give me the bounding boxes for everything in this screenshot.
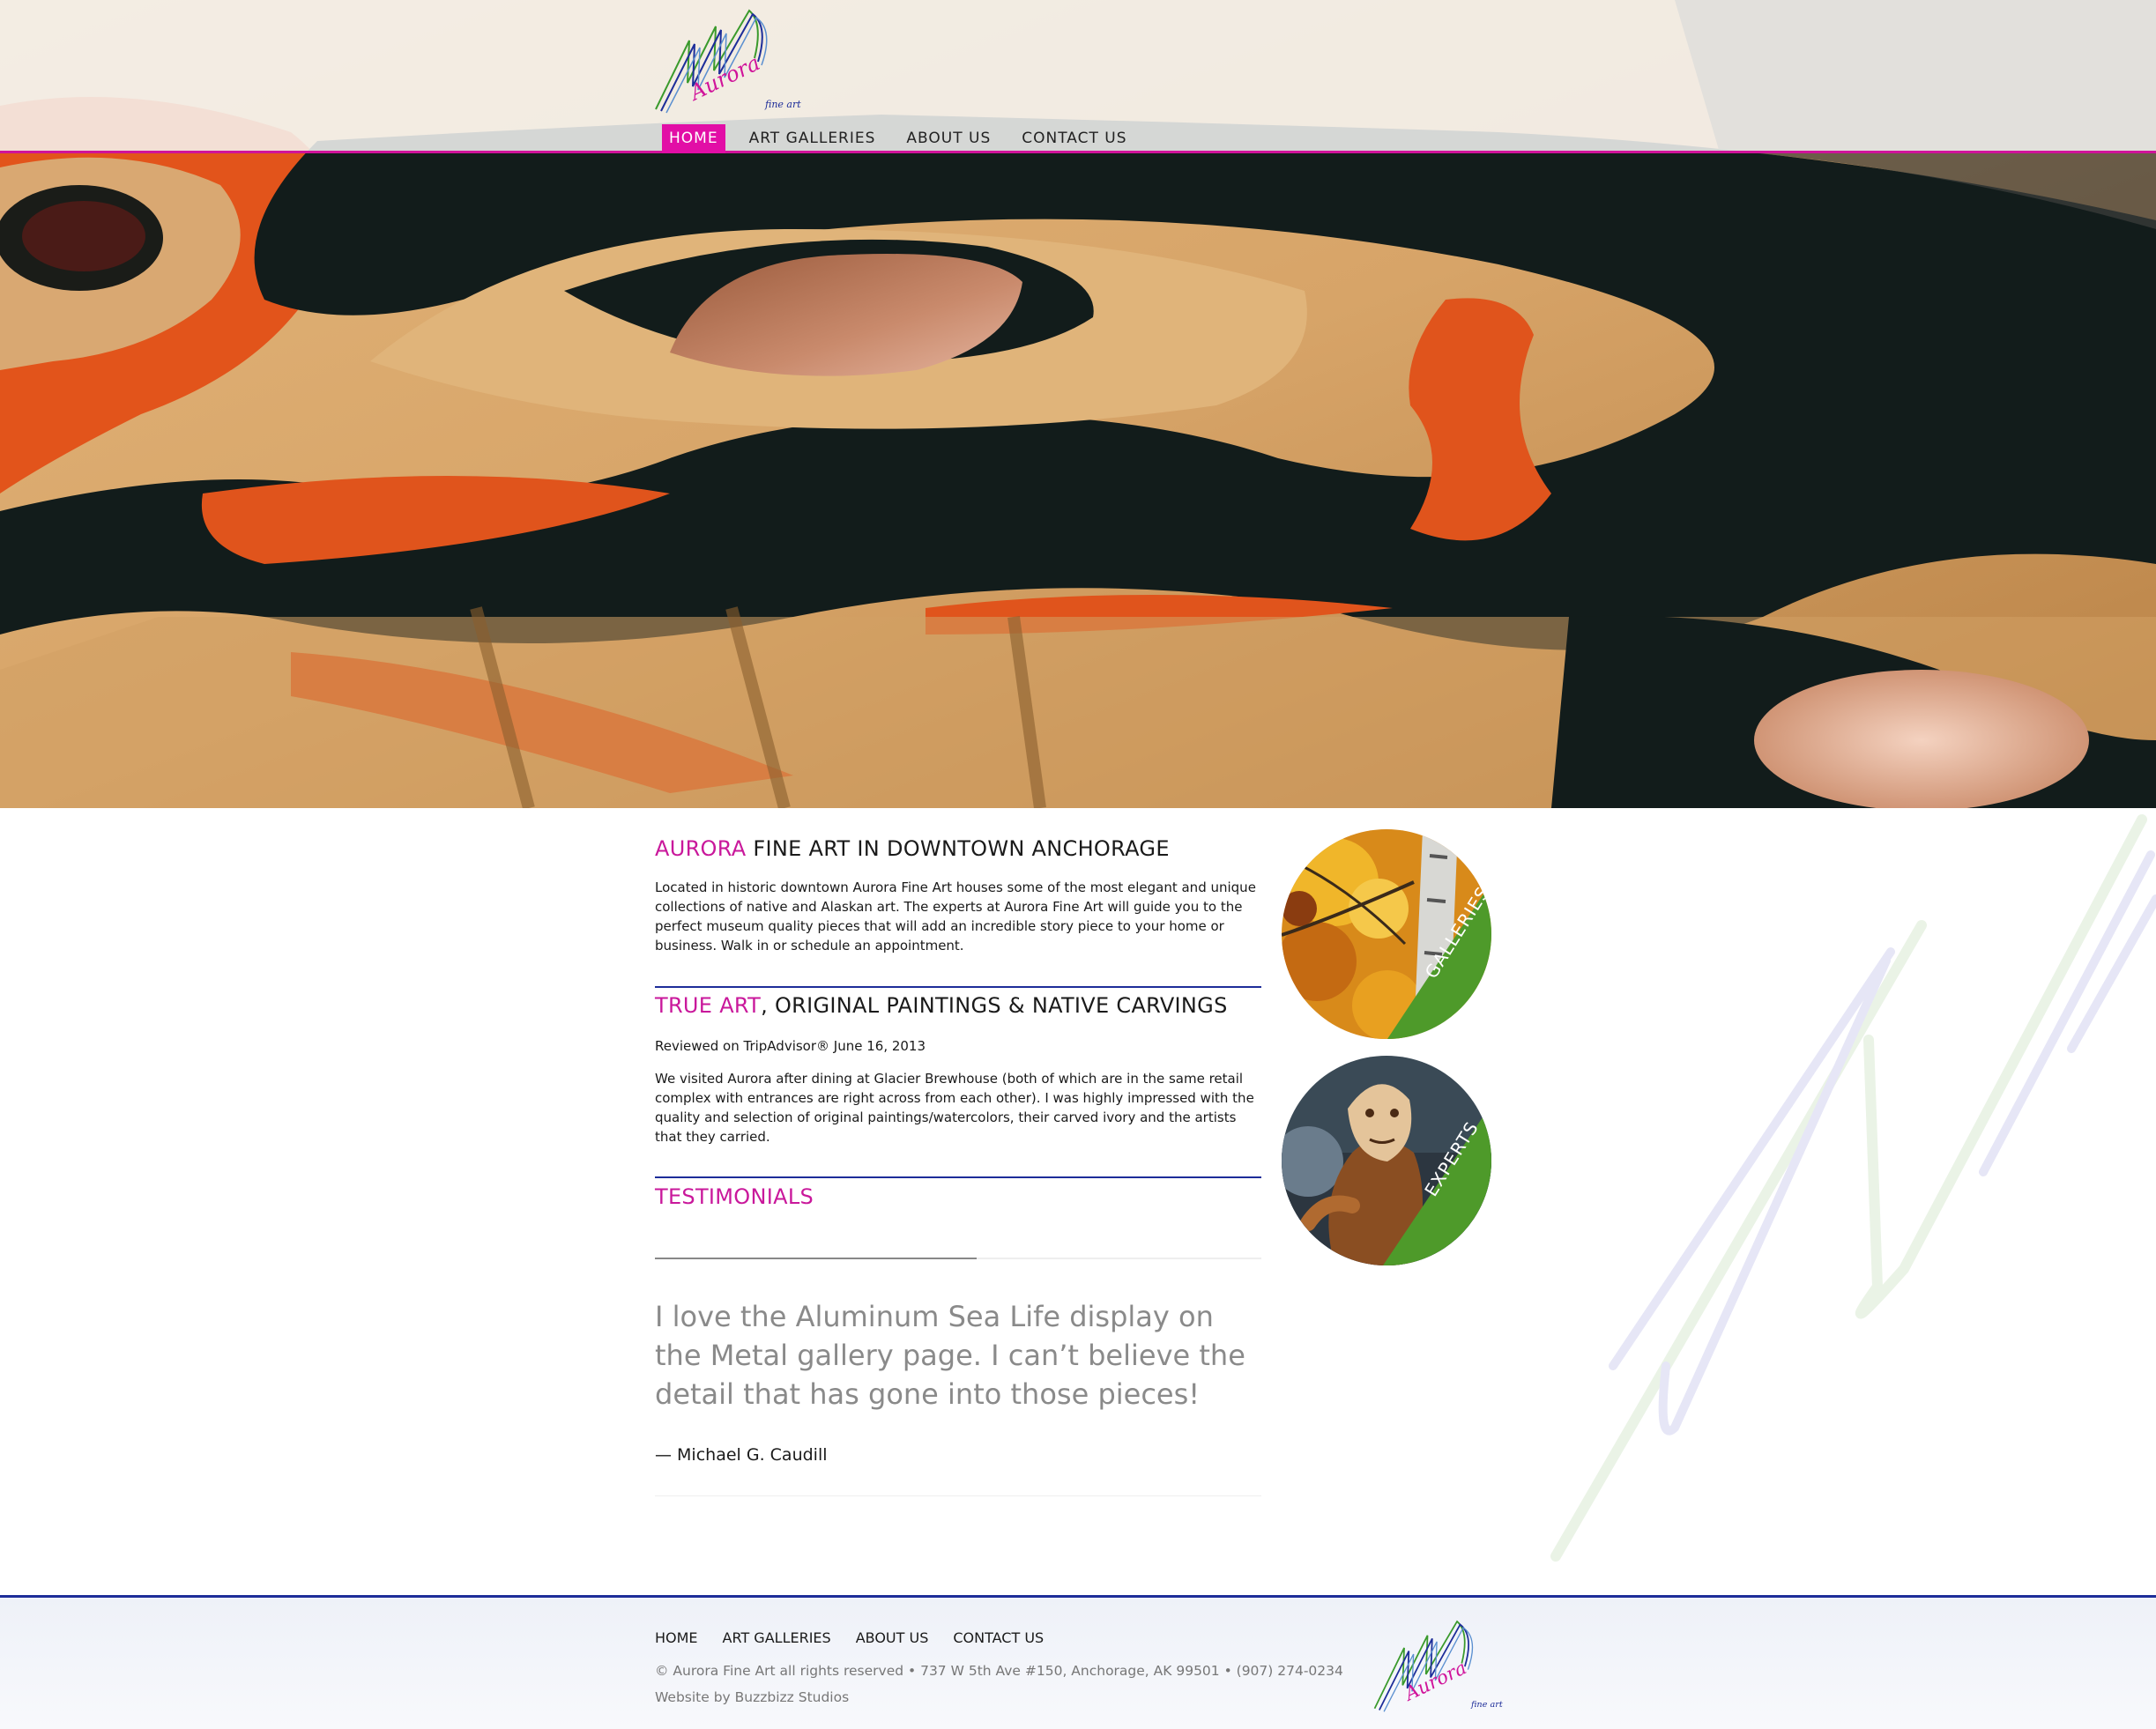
nav-about-us[interactable]: ABOUT US (899, 124, 998, 153)
footer-nav-home[interactable]: HOME (655, 1629, 698, 1646)
testimonials-heading: TESTIMONIALS (655, 1184, 814, 1209)
intro-heading-accent: AURORA (655, 836, 747, 861)
background-logo-strokes (1550, 814, 2156, 1562)
section-divider (655, 1176, 1261, 1178)
footer-aurora-logo[interactable]: Aurora fine art (1372, 1615, 1504, 1719)
review-heading: TRUE ART, ORIGINAL PAINTINGS & NATIVE CA… (655, 992, 1261, 1019)
intro-paragraph: Located in historic downtown Aurora Fine… (655, 879, 1256, 954)
svg-text:Aurora: Aurora (685, 50, 764, 106)
site-header: Aurora fine art HOME ART GALLERIES ABOUT… (0, 0, 2156, 153)
footer-nav-about-us[interactable]: ABOUT US (856, 1629, 929, 1646)
footer-logo-icon: Aurora fine art (1373, 1620, 1503, 1712)
footer-nav-contact-us[interactable]: CONTACT US (953, 1629, 1044, 1646)
copyright-text: © Aurora Fine Art all rights reserved • … (655, 1663, 1343, 1679)
main-nav: HOME ART GALLERIES ABOUT US CONTACT US (662, 124, 1151, 153)
svg-text:fine art: fine art (1470, 1700, 1503, 1710)
nav-art-galleries[interactable]: ART GALLERIES (742, 124, 883, 153)
svg-text:Aurora: Aurora (1400, 1656, 1470, 1705)
site-footer: HOME ART GALLERIES ABOUT US CONTACT US ©… (0, 1595, 2156, 1729)
section-divider (655, 986, 1261, 988)
review-paragraph: We visited Aurora after dining at Glacie… (655, 1071, 1254, 1145)
footer-nav: HOME ART GALLERIES ABOUT US CONTACT US (655, 1629, 1068, 1646)
nav-contact-us[interactable]: CONTACT US (1015, 124, 1134, 153)
review-source: Reviewed on TripAdvisor® June 16, 2013 (655, 1038, 926, 1054)
testimonial-quote: I love the Aluminum Sea Life display on … (655, 1300, 1245, 1411)
experts-circle-link[interactable]: EXPERTS (1282, 1056, 1491, 1265)
testimonial-author: — Michael G. Caudill (655, 1445, 828, 1465)
testimonial-slider-progress (655, 1258, 977, 1259)
nav-home[interactable]: HOME (662, 124, 725, 153)
galleries-circle-link[interactable]: GALLERIES (1282, 829, 1491, 1039)
svg-text:fine art: fine art (764, 99, 801, 110)
aurora-logo[interactable]: Aurora fine art (652, 5, 802, 120)
footer-nav-art-galleries[interactable]: ART GALLERIES (723, 1629, 831, 1646)
testimonial-divider (655, 1495, 1261, 1496)
website-credit[interactable]: Website by Buzzbizz Studios (655, 1689, 849, 1705)
intro-heading: AURORA FINE ART IN DOWNTOWN ANCHORAGE (655, 835, 1261, 862)
aurora-logo-icon: Aurora fine art (655, 9, 801, 114)
review-heading-rest: , ORIGINAL PAINTINGS & NATIVE CARVINGS (761, 993, 1228, 1018)
testimonial-slider-track[interactable] (655, 1258, 1261, 1259)
main-content: AURORA FINE ART IN DOWNTOWN ANCHORAGE Lo… (655, 835, 1261, 1210)
review-heading-accent: TRUE ART (655, 993, 762, 1018)
intro-heading-rest: FINE ART IN DOWNTOWN ANCHORAGE (746, 836, 1170, 861)
